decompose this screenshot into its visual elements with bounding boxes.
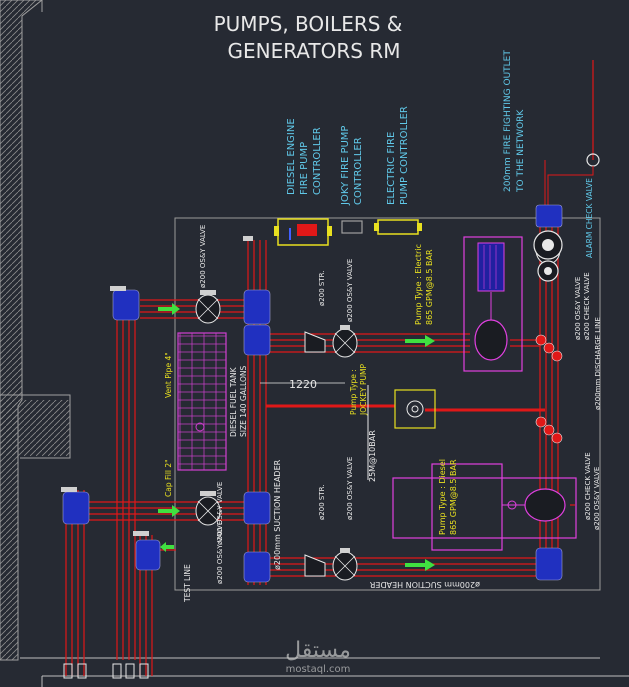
drawing-title-line1: PUMPS, BOILERS &: [214, 12, 403, 36]
svg-text:ø200 OS&Y VALVE: ø200 OS&Y VALVE: [574, 277, 582, 340]
jockey-controller: [341, 220, 363, 234]
electric-controller-label: ELECTRIC FIRE PUMP CONTROLLER: [386, 106, 410, 205]
svg-text:1220: 1220: [289, 378, 317, 391]
building-wall: [0, 0, 71, 661]
diesel-fuel-tank: [177, 332, 227, 471]
svg-text:JOCKEY PUMP: JOCKEY PUMP: [359, 364, 368, 416]
diesel-controller-label: DIESEL ENGINE FIRE PUMP CONTROLLER: [286, 118, 323, 195]
svg-text:865 GPM@8.5 BAR: 865 GPM@8.5 BAR: [425, 249, 434, 325]
cap-fill-label: Cap Fill 2": [164, 459, 173, 497]
svg-text:Pump Type :: Pump Type :: [349, 369, 358, 415]
svg-text:CONTROLLER: CONTROLLER: [353, 137, 364, 205]
svg-text:TO THE NETWORK: TO THE NETWORK: [516, 109, 526, 193]
svg-text:ø200 STR.: ø200 STR.: [318, 485, 326, 520]
diesel-controller: [274, 218, 332, 246]
svg-text:865 GPM@8.5 BAR: 865 GPM@8.5 BAR: [449, 459, 458, 535]
watermark: مستقل mostaql.com: [285, 638, 351, 675]
svg-text:200mm FIRE FIGHTING OUTLET: 200mm FIRE FIGHTING OUTLET: [503, 50, 513, 192]
electric-fire-pump: [463, 236, 523, 372]
svg-text:JOKY FIRE PUMP: JOKY FIRE PUMP: [340, 126, 351, 206]
strainers: [304, 331, 326, 577]
svg-text:DIESEL FUEL TANK: DIESEL FUEL TANK: [229, 366, 238, 437]
vent-pipe-label: Vent Pipe 4": [164, 352, 173, 398]
jockey-pump-label: Pump Type : JOCKEY PUMP: [349, 364, 368, 416]
svg-text:FIRE PUMP: FIRE PUMP: [299, 142, 310, 195]
diesel-fire-pump: [392, 463, 577, 551]
suction-header-horizontal-label: ø200mm SUCTION HEADER: [369, 580, 480, 589]
jockey-bar-label: 25M@10BAR: [368, 430, 377, 482]
electric-pump-label: Pump Type : Electric 865 GPM@8.5 BAR: [414, 244, 434, 325]
dimension-line: 1220: [260, 378, 345, 391]
tank-label: DIESEL FUEL TANK SIZE 140 GALLONS: [229, 366, 248, 437]
osy-valves: [195, 235, 561, 581]
drawing-title-line2: GENERATORS RM: [227, 39, 400, 63]
alarm-valve-label: ALARM CHECK VALVE: [585, 178, 594, 258]
svg-text:ø200 STR.: ø200 STR.: [318, 271, 326, 306]
svg-text:ø200 CHECK VALVE: ø200 CHECK VALVE: [584, 452, 592, 520]
svg-text:ELECTRIC FIRE: ELECTRIC FIRE: [386, 132, 397, 205]
outlet-label: 200mm FIRE FIGHTING OUTLET TO THE NETWOR…: [503, 50, 526, 193]
svg-text:ø200 OS&Y VALVE: ø200 OS&Y VALVE: [593, 467, 601, 530]
svg-text:Pump Type : Electric: Pump Type : Electric: [414, 244, 423, 325]
svg-text:ø200mm DISCHARGE LINE: ø200mm DISCHARGE LINE: [594, 317, 602, 410]
suction-header-vertical-label: ø200mm SUCTION HEADER: [273, 459, 282, 570]
svg-text:Pump Type : Diesel: Pump Type : Diesel: [438, 459, 447, 535]
svg-text:PUMP CONTROLLER: PUMP CONTROLLER: [399, 106, 410, 205]
svg-text:DIESEL ENGINE: DIESEL ENGINE: [286, 118, 297, 195]
electric-controller: [374, 219, 422, 235]
svg-text:ø200 CHECK VALVE: ø200 CHECK VALVE: [583, 272, 591, 340]
svg-text:mostaql.com: mostaql.com: [286, 664, 351, 675]
floor-plan-drawing: PUMPS, BOILERS & GENERATORS RM DIESEL EN…: [0, 0, 629, 687]
svg-text:ø200 OS&Y VALVE: ø200 OS&Y VALVE: [199, 225, 207, 288]
test-line-label: TEST LINE: [183, 564, 192, 603]
svg-text:SIZE 140 GALLONS: SIZE 140 GALLONS: [239, 366, 248, 437]
svg-text:ø200 OS&Y VALVE: ø200 OS&Y VALVE: [346, 457, 354, 520]
svg-text:ø200 OS&Y VALVE: ø200 OS&Y VALVE: [346, 259, 354, 322]
svg-text:ø200 OS&Y VALVE: ø200 OS&Y VALVE: [216, 482, 224, 545]
svg-text:مستقل: مستقل: [285, 638, 351, 663]
jockey-controller-label: JOKY FIRE PUMP CONTROLLER: [340, 126, 364, 206]
diesel-pump-label: Pump Type : Diesel 865 GPM@8.5 BAR: [438, 459, 458, 535]
svg-text:CONTROLLER: CONTROLLER: [312, 127, 323, 195]
